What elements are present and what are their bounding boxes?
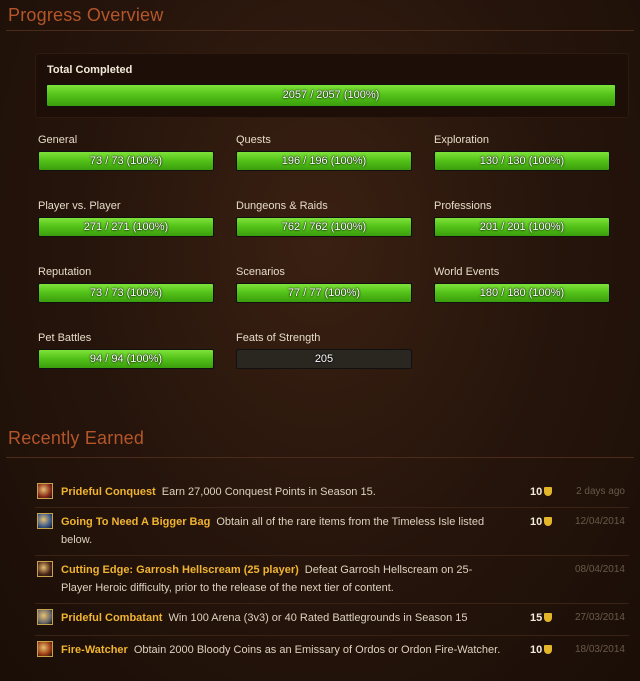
achievement-name[interactable]: Going To Need A Bigger Bag (61, 516, 210, 528)
shield-icon (544, 517, 553, 526)
category-label-dungeons-raids: Dungeons & Raids (236, 200, 328, 212)
category-label-exploration: Exploration (434, 134, 490, 146)
achievement-points-value: 10 (530, 486, 543, 498)
category-bar-feats-of-strength[interactable]: 205 (236, 349, 412, 369)
title-divider (6, 30, 634, 31)
category-bar-pet-battles[interactable]: 94 / 94 (100%) (38, 349, 214, 369)
category-label-pet-battles: Pet Battles (38, 332, 92, 344)
garrosh-icon (37, 561, 53, 577)
achievement-body: Prideful Conquest Earn 27,000 Conquest Po… (61, 483, 501, 501)
category-bar-exploration[interactable]: 130 / 130 (100%) (434, 151, 610, 171)
category-bar-text: 196 / 196 (100%) (281, 155, 367, 167)
shield-icon (544, 613, 553, 622)
bag-icon (37, 513, 53, 529)
achievement-description: Earn 27,000 Conquest Points in Season 15… (161, 486, 376, 498)
category-bar-text: 77 / 77 (100%) (287, 287, 361, 299)
category-bar-text: 762 / 762 (100%) (281, 221, 367, 233)
category-label-feats-of-strength: Feats of Strength (236, 332, 321, 344)
category-bar-reputation[interactable]: 73 / 73 (100%) (38, 283, 214, 303)
achievement-description: Obtain 2000 Bloody Coins as an Emissary … (133, 644, 501, 656)
achievement-points-value: 10 (530, 516, 543, 528)
category-label-reputation: Reputation (38, 266, 92, 278)
achievement-points: 15 (530, 609, 553, 627)
category-bar-text: 180 / 180 (100%) (479, 287, 565, 299)
category-bar-text: 73 / 73 (100%) (89, 155, 163, 167)
achievement-date: 08/04/2014 (574, 564, 625, 575)
category-bar-world-events[interactable]: 180 / 180 (100%) (434, 283, 610, 303)
combatant-icon (37, 609, 53, 625)
category-label-professions: Professions (434, 200, 492, 212)
recently-earned-title: Recently Earned (8, 428, 145, 448)
category-bar-text: 271 / 271 (100%) (83, 221, 169, 233)
achievement-date: 27/03/2014 (574, 612, 625, 623)
achievement-separator (35, 555, 629, 556)
category-bar-text: 201 / 201 (100%) (479, 221, 565, 233)
achievement-date: 12/04/2014 (574, 516, 625, 527)
category-bar-text: 130 / 130 (100%) (479, 155, 565, 167)
category-label-general: General (38, 134, 78, 146)
category-bar-general[interactable]: 73 / 73 (100%) (38, 151, 214, 171)
total-completed-label: Total Completed (47, 64, 133, 76)
achievement-separator (35, 635, 629, 636)
total-progress-text: 2057 / 2057 (100%) (282, 89, 380, 101)
category-bar-text: 205 (314, 353, 334, 365)
progress-overview-title: Progress Overview (8, 5, 164, 25)
achievement-name[interactable]: Prideful Conquest (61, 486, 156, 498)
achievement-separator (35, 603, 629, 604)
achievement-body: Fire-Watcher Obtain 2000 Bloody Coins as … (61, 641, 501, 659)
total-progress-bar: 2057 / 2057 (100%) (46, 84, 616, 107)
category-label-world-events: World Events (434, 266, 500, 278)
achievement-points: 10 (530, 641, 553, 659)
category-bar-quests[interactable]: 196 / 196 (100%) (236, 151, 412, 171)
shield-icon (544, 487, 553, 496)
category-label-quests: Quests (236, 134, 271, 146)
category-label-scenarios: Scenarios (236, 266, 285, 278)
category-bar-text: 73 / 73 (100%) (89, 287, 163, 299)
category-bar-player-vs-player[interactable]: 271 / 271 (100%) (38, 217, 214, 237)
fire-icon (37, 641, 53, 657)
category-bar-dungeons-raids[interactable]: 762 / 762 (100%) (236, 217, 412, 237)
achievement-date: 2 days ago (576, 486, 625, 497)
achievement-separator (35, 507, 629, 508)
achievement-name[interactable]: Fire-Watcher (61, 644, 128, 656)
achievement-points: 10 (530, 483, 553, 501)
achievement-date: 18/03/2014 (574, 644, 625, 655)
category-bar-professions[interactable]: 201 / 201 (100%) (434, 217, 610, 237)
achievement-name[interactable]: Cutting Edge: Garrosh Hellscream (25 pla… (61, 564, 299, 576)
category-bar-text: 94 / 94 (100%) (89, 353, 163, 365)
achievement-body: Prideful Combatant Win 100 Arena (3v3) or… (61, 609, 501, 627)
recent-divider (6, 457, 634, 458)
category-label-player-vs-player: Player vs. Player (38, 200, 121, 212)
achievement-name[interactable]: Prideful Combatant (61, 612, 162, 624)
category-bar-scenarios[interactable]: 77 / 77 (100%) (236, 283, 412, 303)
achievement-body: Going To Need A Bigger Bag Obtain all of … (61, 513, 501, 549)
achievement-points-value: 10 (530, 644, 543, 656)
achievement-description: Win 100 Arena (3v3) or 40 Rated Battlegr… (168, 612, 468, 624)
achievement-points: 10 (530, 513, 553, 531)
achievement-body: Cutting Edge: Garrosh Hellscream (25 pla… (61, 561, 501, 597)
achievement-points-value: 15 (530, 612, 543, 624)
shield-icon (544, 645, 553, 654)
total-completed-panel: Total Completed 2057 / 2057 (100%) (35, 53, 629, 118)
conquest-icon (37, 483, 53, 499)
